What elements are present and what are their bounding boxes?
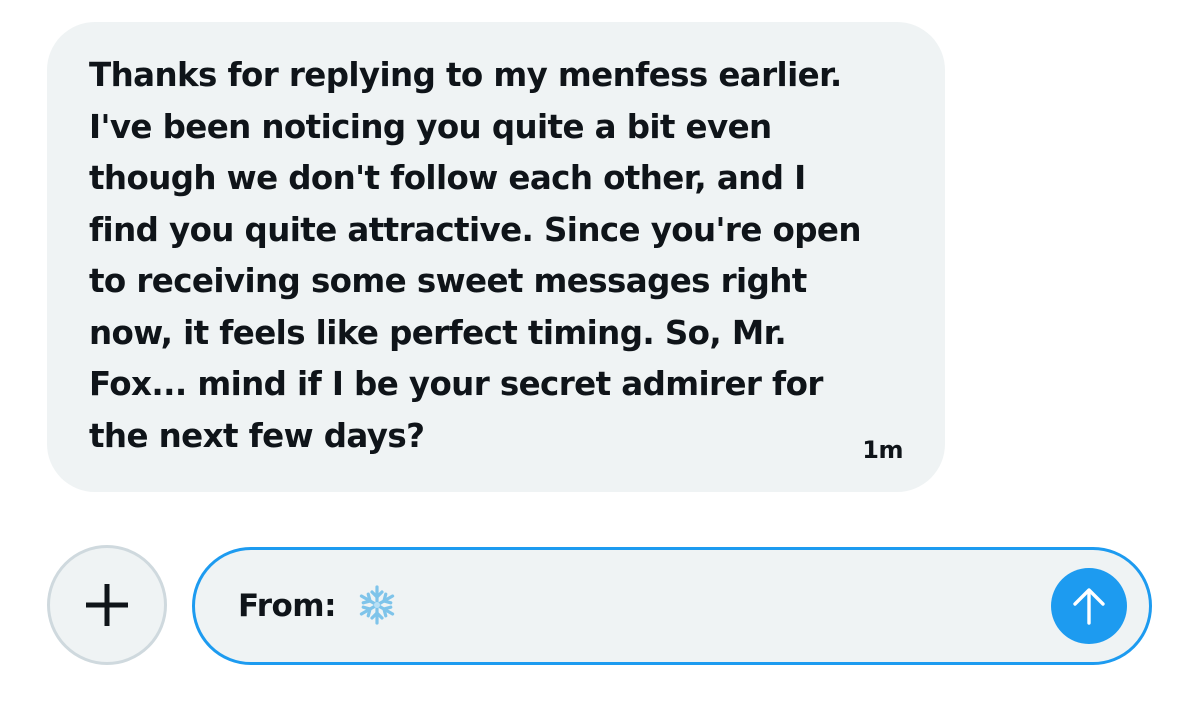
plus-icon (86, 584, 128, 626)
snowflake-icon (360, 584, 395, 625)
send-button[interactable] (1051, 568, 1127, 644)
arrow-up-icon (1073, 588, 1105, 625)
dm-conversation-view: Thanks for replying to my menfess earlie… (0, 0, 1199, 715)
add-media-button[interactable] (47, 545, 167, 665)
message-input-text: From: (238, 588, 347, 624)
message-text: Thanks for replying to my menfess earlie… (89, 56, 861, 455)
message-composer[interactable]: From: (192, 547, 1152, 665)
received-message-bubble: Thanks for replying to my menfess earlie… (47, 22, 945, 492)
message-timestamp: 1m (862, 436, 903, 464)
message-input[interactable]: From: (238, 581, 398, 631)
